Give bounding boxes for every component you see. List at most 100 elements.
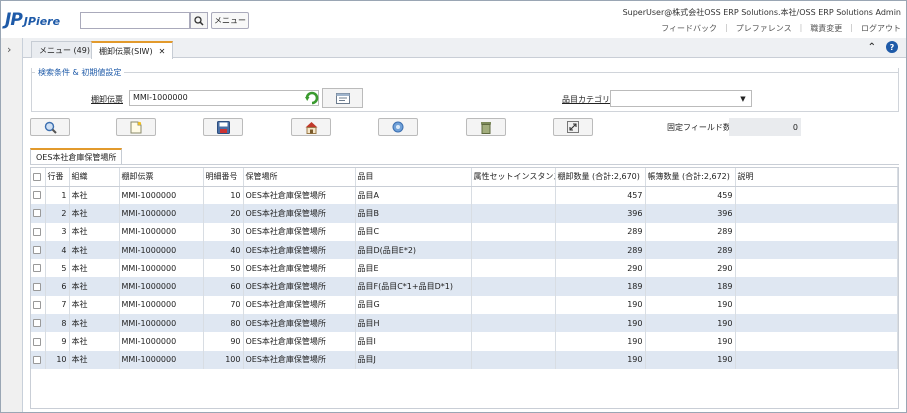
settings-button[interactable] xyxy=(378,118,418,136)
doc-lookup-button[interactable] xyxy=(322,88,363,108)
table-row[interactable]: 10 本社 MMI-1000000 100 OES本社倉庫保管場所 品目J 190 190 xyxy=(31,350,898,369)
col-header-desc[interactable]: 説明 xyxy=(735,168,898,187)
cell-doc[interactable]: MMI-1000000 xyxy=(119,240,204,260)
cell-asi[interactable] xyxy=(471,186,556,205)
cell-lineno[interactable]: 20 xyxy=(203,204,244,223)
cell-org[interactable]: 本社 xyxy=(69,277,120,296)
cell-lineno[interactable]: 50 xyxy=(203,259,244,278)
cell-count[interactable]: 289 xyxy=(555,222,646,241)
table-row[interactable]: 7 本社 MMI-1000000 70 OES本社倉庫保管場所 品目G 190 190 xyxy=(31,295,898,315)
cell-count[interactable]: 189 xyxy=(555,277,646,296)
cell-desc[interactable] xyxy=(735,222,898,241)
cell-line[interactable]: 7 xyxy=(45,295,70,315)
cell-lineno[interactable]: 30 xyxy=(203,222,244,241)
cell-locator[interactable]: OES本社倉庫保管場所 xyxy=(243,295,356,315)
cell-desc[interactable] xyxy=(735,186,898,205)
cell-count[interactable]: 396 xyxy=(555,204,646,223)
cell-doc[interactable]: MMI-1000000 xyxy=(119,314,204,333)
cell-book[interactable]: 189 xyxy=(645,277,736,296)
cell-count[interactable]: 190 xyxy=(555,314,646,333)
row-checkbox[interactable] xyxy=(31,350,46,369)
cell-locator[interactable]: OES本社倉庫保管場所 xyxy=(243,222,356,241)
cell-org[interactable]: 本社 xyxy=(69,314,120,333)
cell-asi[interactable] xyxy=(471,222,556,241)
cell-org[interactable]: 本社 xyxy=(69,222,120,241)
table-row[interactable]: 8 本社 MMI-1000000 80 OES本社倉庫保管場所 品目H 190 190 xyxy=(31,314,898,333)
col-header-doc[interactable]: 棚卸伝票 xyxy=(119,168,204,187)
cell-doc[interactable]: MMI-1000000 xyxy=(119,186,204,205)
cell-org[interactable]: 本社 xyxy=(69,295,120,315)
doc-field-label[interactable]: 棚卸伝票 xyxy=(91,94,123,105)
chevron-down-icon[interactable]: ▼ xyxy=(734,90,752,107)
cell-product[interactable]: 品目E xyxy=(355,259,472,278)
close-icon[interactable]: ✕ xyxy=(159,47,166,56)
cell-book[interactable]: 190 xyxy=(645,332,736,351)
table-row[interactable]: 6 本社 MMI-1000000 60 OES本社倉庫保管場所 品目F(品目C*1+品目D… xyxy=(31,277,898,296)
doc-field-input[interactable]: MMI-1000000 xyxy=(129,90,319,106)
cell-locator[interactable]: OES本社倉庫保管場所 xyxy=(243,186,356,205)
cell-asi[interactable] xyxy=(471,350,556,369)
search-panel-legend[interactable]: 検索条件 & 初期値設定 xyxy=(35,67,125,78)
cell-line[interactable]: 6 xyxy=(45,277,70,296)
cell-locator[interactable]: OES本社倉庫保管場所 xyxy=(243,350,356,369)
fixed-fields-input[interactable]: 0 xyxy=(729,118,801,136)
cell-product[interactable]: 品目A xyxy=(355,186,472,205)
cell-asi[interactable] xyxy=(471,259,556,278)
global-search-input[interactable] xyxy=(80,12,190,29)
cell-locator[interactable]: OES本社倉庫保管場所 xyxy=(243,204,356,223)
row-checkbox[interactable] xyxy=(31,222,46,241)
cell-book[interactable]: 396 xyxy=(645,204,736,223)
cell-desc[interactable] xyxy=(735,204,898,223)
row-checkbox[interactable] xyxy=(31,295,46,315)
cell-org[interactable]: 本社 xyxy=(69,350,120,369)
refresh-green-icon[interactable] xyxy=(305,91,319,105)
cell-desc[interactable] xyxy=(735,295,898,315)
cell-asi[interactable] xyxy=(471,204,556,223)
cell-doc[interactable]: MMI-1000000 xyxy=(119,259,204,278)
cell-locator[interactable]: OES本社倉庫保管場所 xyxy=(243,314,356,333)
cell-desc[interactable] xyxy=(735,240,898,260)
cell-org[interactable]: 本社 xyxy=(69,204,120,223)
cell-line[interactable]: 2 xyxy=(45,204,70,223)
logout-link[interactable]: ログアウト xyxy=(861,23,901,34)
cell-product[interactable]: 品目C xyxy=(355,222,472,241)
help-icon[interactable]: ? xyxy=(886,41,898,53)
cell-product[interactable]: 品目G xyxy=(355,295,472,315)
tab-locator[interactable]: OES本社倉庫保管場所 xyxy=(30,148,123,164)
col-header-asi[interactable]: 属性セットインスタンス xyxy=(471,168,556,187)
cell-line[interactable]: 4 xyxy=(45,240,70,260)
row-checkbox[interactable] xyxy=(31,314,46,333)
cell-org[interactable]: 本社 xyxy=(69,332,120,351)
cell-count[interactable]: 190 xyxy=(555,295,646,315)
cell-org[interactable]: 本社 xyxy=(69,240,120,260)
col-header-book[interactable]: 帳簿数量 (合計:2,672) xyxy=(645,168,736,187)
table-row[interactable]: 1 本社 MMI-1000000 10 OES本社倉庫保管場所 品目A 457 459 xyxy=(31,186,898,205)
cell-line[interactable]: 5 xyxy=(45,259,70,278)
cell-product[interactable]: 品目I xyxy=(355,332,472,351)
cell-line[interactable]: 8 xyxy=(45,314,70,333)
col-header-product[interactable]: 品目 xyxy=(355,168,472,187)
cell-locator[interactable]: OES本社倉庫保管場所 xyxy=(243,240,356,260)
cell-desc[interactable] xyxy=(735,314,898,333)
category-field-label[interactable]: 品目カテゴリ xyxy=(562,94,610,105)
cell-line[interactable]: 9 xyxy=(45,332,70,351)
cell-line[interactable]: 1 xyxy=(45,186,70,205)
cell-doc[interactable]: MMI-1000000 xyxy=(119,332,204,351)
col-header-count[interactable]: 棚卸数量 (合計:2,670) xyxy=(555,168,646,187)
cell-count[interactable]: 457 xyxy=(555,186,646,205)
cell-lineno[interactable]: 100 xyxy=(203,350,244,369)
table-row[interactable]: 3 本社 MMI-1000000 30 OES本社倉庫保管場所 品目C 289 289 xyxy=(31,222,898,241)
cell-locator[interactable]: OES本社倉庫保管場所 xyxy=(243,332,356,351)
cell-asi[interactable] xyxy=(471,240,556,260)
cell-lineno[interactable]: 40 xyxy=(203,240,244,260)
cell-book[interactable]: 459 xyxy=(645,186,736,205)
cell-lineno[interactable]: 80 xyxy=(203,314,244,333)
cell-count[interactable]: 290 xyxy=(555,259,646,278)
select-all-checkbox[interactable] xyxy=(31,168,46,187)
chevron-right-icon[interactable]: › xyxy=(7,43,11,56)
tab-menu[interactable]: メニュー (49) xyxy=(31,41,98,58)
row-checkbox[interactable] xyxy=(31,204,46,223)
jpiere-logo[interactable]: JP JPiere xyxy=(5,10,60,30)
table-row[interactable]: 9 本社 MMI-1000000 90 OES本社倉庫保管場所 品目I 190 190 xyxy=(31,332,898,351)
cell-desc[interactable] xyxy=(735,259,898,278)
